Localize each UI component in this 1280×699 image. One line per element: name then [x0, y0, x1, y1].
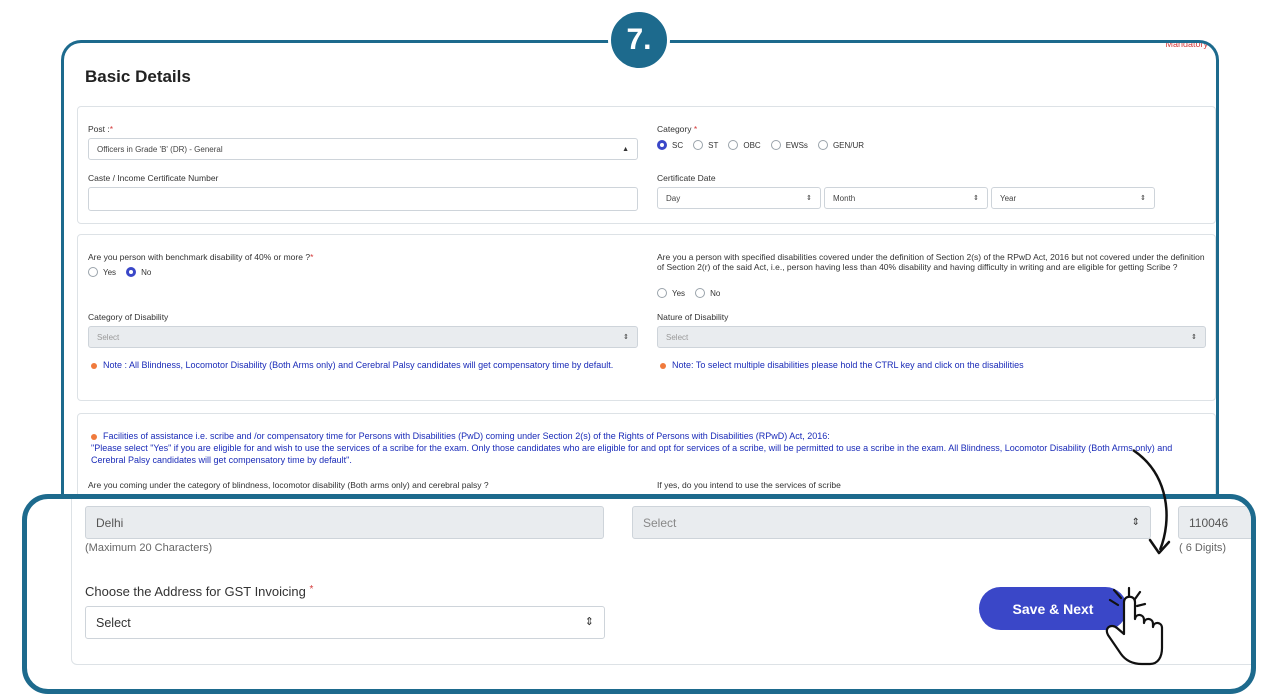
disability-card: Are you person with benchmark disability… [77, 234, 1216, 401]
category-of-disability-label: Category of Disability [88, 312, 169, 322]
post-select[interactable]: Officers in Grade 'B' (DR) - General ▲︎ [88, 138, 638, 160]
category-option-st[interactable]: ST [693, 140, 718, 150]
blindness-category-label: Are you coming under the category of bli… [88, 480, 489, 490]
bullet-dot-icon [91, 362, 97, 369]
gst-address-select[interactable]: Select ⇕ [85, 606, 605, 639]
step-badge: 7. [608, 9, 670, 71]
radio-icon [728, 140, 739, 150]
category-option-ews[interactable]: EWSs [770, 140, 808, 150]
pincode-help-text: ( 6 Digits) [1179, 542, 1227, 554]
cert-year-select[interactable]: Year ⇕ [991, 187, 1155, 209]
mandatory-note: Mandatory * [1165, 40, 1214, 49]
category-radio-group: SC ST OBC EWSs GEN/UR [657, 140, 874, 150]
post-label: Post :* [88, 124, 114, 134]
sort-arrows-icon: ⇕ [584, 616, 594, 628]
post-category-card: Post :* Officers in Grade 'B' (DR) - Gen… [77, 106, 1216, 224]
radio-selected-icon [126, 267, 137, 277]
pincode-input[interactable]: 110046 [1178, 506, 1251, 539]
page-title: Basic Details [85, 67, 191, 86]
scribe-intent-label: If yes, do you intend to use the service… [657, 480, 841, 490]
specified-disability-radio-group: Yes No [657, 288, 730, 298]
zoomed-panel: Delhi (Maximum 20 Characters) Select ⇕ 11… [22, 494, 1256, 694]
cert-day-select[interactable]: Day ⇕ [657, 187, 821, 209]
city-help-text: (Maximum 20 Characters) [85, 542, 213, 554]
state-select[interactable]: Select ⇕ [632, 506, 1151, 539]
compensatory-time-note: Note : All Blindness, Locomotor Disabili… [91, 359, 641, 371]
specified-no-option[interactable]: No [695, 288, 720, 298]
caste-cert-input[interactable] [88, 187, 638, 211]
bullet-dot-icon [91, 433, 97, 440]
category-of-disability-select[interactable]: Select ⇕ [88, 326, 638, 348]
benchmark-disability-label: Are you person with benchmark disability… [88, 252, 314, 262]
category-option-gen[interactable]: GEN/UR [817, 140, 864, 150]
category-label: Category * [657, 124, 698, 134]
sort-arrows-icon: ⇕ [973, 194, 979, 202]
save-next-button[interactable]: Save & Next [979, 587, 1127, 630]
sort-arrows-icon: ⇕ [1140, 194, 1146, 202]
radio-icon [695, 288, 706, 298]
benchmark-yes-option[interactable]: Yes [88, 267, 116, 277]
city-input[interactable]: Delhi [85, 506, 604, 539]
facilities-note: Facilities of assistance i.e. scribe and… [91, 431, 1173, 465]
sort-arrows-icon: ⇕ [1191, 333, 1197, 341]
category-option-sc[interactable]: SC [657, 140, 683, 150]
benchmark-disability-radio-group: Yes No [88, 267, 161, 277]
bullet-dot-icon [660, 362, 666, 369]
radio-icon [770, 140, 781, 150]
specified-disability-label: Are you a person with specified disabili… [657, 252, 1205, 272]
scribe-instructions: "Please select "Yes" if you are eligible… [91, 443, 1173, 465]
category-option-obc[interactable]: OBC [728, 140, 761, 150]
radio-icon [88, 267, 98, 277]
sort-arrows-icon: ⇕ [806, 194, 812, 202]
radio-selected-icon [657, 140, 667, 150]
nature-of-disability-select[interactable]: Select ⇕ [657, 326, 1206, 348]
sort-arrows-icon: ▲︎ [622, 145, 629, 153]
radio-icon [817, 140, 828, 150]
nature-of-disability-label: Nature of Disability [657, 312, 729, 322]
specified-yes-option[interactable]: Yes [657, 288, 685, 298]
sort-arrows-icon: ⇕ [1131, 516, 1140, 528]
cert-month-select[interactable]: Month ⇕ [824, 187, 988, 209]
multi-select-note: Note: To select multiple disabilities pl… [660, 359, 1210, 371]
caste-cert-label: Caste / Income Certificate Number [88, 173, 219, 183]
cert-date-label: Certificate Date [657, 173, 716, 183]
gst-address-label: Choose the Address for GST Invoicing * [85, 584, 314, 599]
radio-icon [693, 140, 704, 150]
benchmark-no-option[interactable]: No [126, 267, 151, 277]
sort-arrows-icon: ⇕ [623, 333, 629, 341]
radio-icon [657, 288, 667, 298]
form-screen-frame: Mandatory * Basic Details Post :* Office… [61, 40, 1219, 560]
